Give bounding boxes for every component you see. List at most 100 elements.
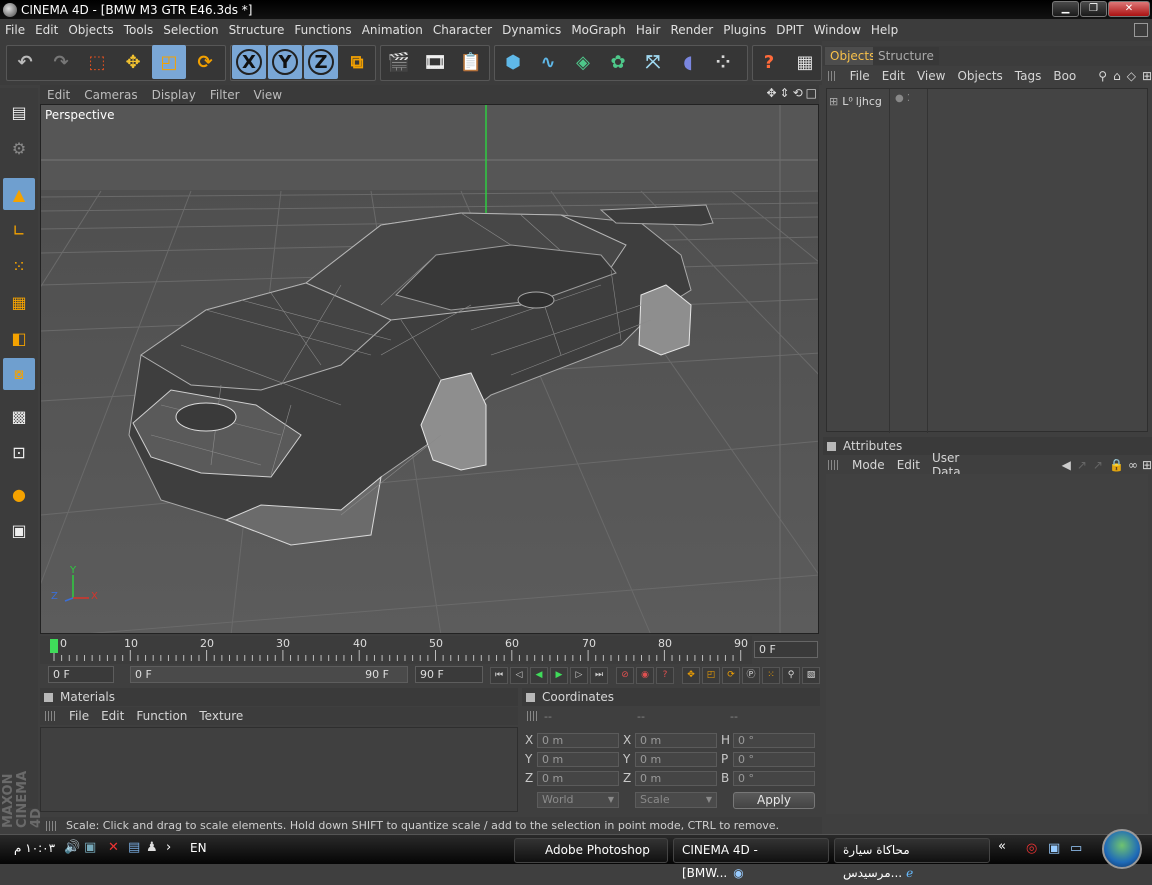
cube-object-icon[interactable]: ⬢ <box>496 45 530 79</box>
link-icon[interactable]: ∞ <box>1128 458 1138 472</box>
menu-file[interactable]: File <box>0 23 30 37</box>
texture-mode-icon[interactable]: ⧇ <box>3 358 35 390</box>
menu-help[interactable]: Help <box>866 23 903 37</box>
environment-object-icon[interactable]: ◖ <box>671 45 705 79</box>
tray-user-icon[interactable]: ♟ <box>146 840 158 855</box>
use-model-icon[interactable]: ▲ <box>3 178 35 210</box>
points-mode-icon[interactable]: ⁙ <box>3 250 35 282</box>
viewport-menu-view[interactable]: View <box>247 88 289 102</box>
live-selection-icon[interactable]: ⬚ <box>80 45 114 79</box>
key-position-icon[interactable]: ✥ <box>682 667 700 684</box>
model-tool-icon[interactable]: ⚙ <box>3 132 35 164</box>
coordinate-mode-dropdown[interactable]: World ▼ <box>537 792 619 808</box>
new-panel-icon[interactable]: ⊞ <box>1142 458 1152 472</box>
materials-area[interactable] <box>40 727 518 812</box>
network-icon[interactable]: ▣ <box>84 840 96 855</box>
tray-monitor-icon[interactable]: ▤ <box>128 840 140 855</box>
object-name[interactable]: ljhcg <box>856 95 882 108</box>
keyframe-selection-icon[interactable]: ? <box>656 667 674 684</box>
frame-range-slider[interactable]: 0 F 90 F <box>130 666 408 683</box>
tray-app-icon[interactable]: ✕ <box>108 840 119 855</box>
prev-frame-icon[interactable]: ◁ <box>510 667 528 684</box>
position-y-field[interactable]: 0 m <box>537 752 619 767</box>
attributes-menu-mode[interactable]: Mode <box>846 458 891 472</box>
undo-icon[interactable]: ↶ <box>8 45 42 79</box>
objects-menu-tags[interactable]: Tags <box>1009 69 1048 83</box>
layout-icon-small[interactable]: ▧ <box>802 667 820 684</box>
menu-hair[interactable]: Hair <box>631 23 666 37</box>
taskbar-photoshop[interactable]: Adobe Photoshop <box>514 838 668 863</box>
edges-mode-icon[interactable]: ▦ <box>3 286 35 318</box>
layout-icon[interactable] <box>1134 23 1148 37</box>
dolly-view-icon[interactable]: ⇕ <box>780 86 790 100</box>
objects-menu-objects[interactable]: Objects <box>951 69 1008 83</box>
menu-edit[interactable]: Edit <box>30 23 63 37</box>
timeline-ruler[interactable]: 0 10 20 30 40 50 60 70 80 90 <box>40 636 752 664</box>
help-button[interactable]: ? <box>752 45 786 79</box>
checker-texture-icon[interactable]: ▩ <box>3 400 35 432</box>
menu-dpit[interactable]: DPIT <box>771 23 808 37</box>
x-axis-lock-button[interactable]: X <box>232 45 266 79</box>
viewport-menu-edit[interactable]: Edit <box>40 88 77 102</box>
play-forward-icon[interactable]: ▶ <box>550 667 568 684</box>
end-frame-field[interactable]: 90 F <box>415 666 483 683</box>
lock-icon[interactable]: 🔒 <box>1109 458 1124 472</box>
position-x-field[interactable]: 0 m <box>537 733 619 748</box>
key-param-icon[interactable]: Ⓟ <box>742 667 760 684</box>
workplane-icon[interactable]: ⊡ <box>3 436 35 468</box>
scale-mode-dropdown[interactable]: Scale ▼ <box>635 792 717 808</box>
taskbar-clock[interactable]: ١٠:٠٣ م <box>14 841 55 855</box>
coordinate-system-icon[interactable]: ⧉ <box>340 45 374 79</box>
eye-icon[interactable]: ◇ <box>1127 69 1136 83</box>
polygons-mode-icon[interactable]: ◧ <box>3 322 35 354</box>
key-pla-icon[interactable]: ⁙ <box>762 667 780 684</box>
layout-switch-icon[interactable]: ▦ <box>788 45 822 79</box>
go-to-start-icon[interactable]: ⏮ <box>490 667 508 684</box>
rotation-h-field[interactable]: 0 ° <box>733 733 815 748</box>
minimize-button[interactable]: ▁ <box>1052 1 1079 17</box>
attributes-menu-edit[interactable]: Edit <box>891 458 926 472</box>
record-keys-icon[interactable]: ⊘ <box>616 667 634 684</box>
apply-button[interactable]: Apply <box>733 792 815 809</box>
menu-dynamics[interactable]: Dynamics <box>497 23 566 37</box>
menu-selection[interactable]: Selection <box>158 23 223 37</box>
forward-icon[interactable]: ↗ <box>1093 458 1103 472</box>
start-button[interactable] <box>1102 829 1142 869</box>
menu-plugins[interactable]: Plugins <box>718 23 771 37</box>
quick-launch-opera-icon[interactable]: ◎ <box>1026 841 1037 856</box>
close-button[interactable]: ✕ <box>1108 1 1150 17</box>
position-z-field[interactable]: 0 m <box>537 771 619 786</box>
forward-up-icon[interactable]: ↗ <box>1077 458 1087 472</box>
home-icon[interactable]: ⌂ <box>1113 69 1121 83</box>
nurbs-object-icon[interactable]: ◈ <box>566 45 600 79</box>
menu-character[interactable]: Character <box>428 23 497 37</box>
object-axis-icon[interactable]: ∟ <box>3 214 35 246</box>
animate-icon[interactable]: ▣ <box>3 514 35 546</box>
viewport-menu-cameras[interactable]: Cameras <box>77 88 144 102</box>
current-frame-field[interactable]: 0 F <box>754 641 818 658</box>
materials-menu-texture[interactable]: Texture <box>193 709 249 723</box>
materials-menu-edit[interactable]: Edit <box>95 709 130 723</box>
back-arrow-icon[interactable]: ◀ <box>1062 458 1071 472</box>
menu-window[interactable]: Window <box>809 23 866 37</box>
render-view-icon[interactable]: 🎬 <box>382 45 416 79</box>
redo-icon[interactable]: ↷ <box>44 45 78 79</box>
viewport-menu-filter[interactable]: Filter <box>203 88 247 102</box>
scale-tool-icon[interactable]: ◰ <box>152 45 186 79</box>
render-settings-icon[interactable]: 📋 <box>454 45 488 79</box>
start-frame-field[interactable]: 0 F <box>48 666 114 683</box>
menu-animation[interactable]: Animation <box>357 23 428 37</box>
volume-icon[interactable]: 🔊 <box>64 840 80 855</box>
visibility-dots-icon[interactable]: ● ⁚ <box>895 93 910 104</box>
viewport-menu-display[interactable]: Display <box>145 88 203 102</box>
orbit-view-icon[interactable]: ⟲ <box>793 86 803 100</box>
object-manager-list[interactable]: ⊞ L⁰ ljhcg ● ⁚ <box>826 88 1148 433</box>
materials-menu-function[interactable]: Function <box>130 709 193 723</box>
go-to-end-icon[interactable]: ⏭ <box>590 667 608 684</box>
menu-functions[interactable]: Functions <box>289 23 356 37</box>
show-desktop-icon[interactable]: ▭ <box>1070 841 1082 856</box>
menu-render[interactable]: Render <box>665 23 718 37</box>
perspective-viewport[interactable]: Perspective Y X Z <box>40 104 819 634</box>
new-panel-icon[interactable]: ⊞ <box>1142 69 1152 83</box>
size-y-field[interactable]: 0 m <box>635 752 717 767</box>
